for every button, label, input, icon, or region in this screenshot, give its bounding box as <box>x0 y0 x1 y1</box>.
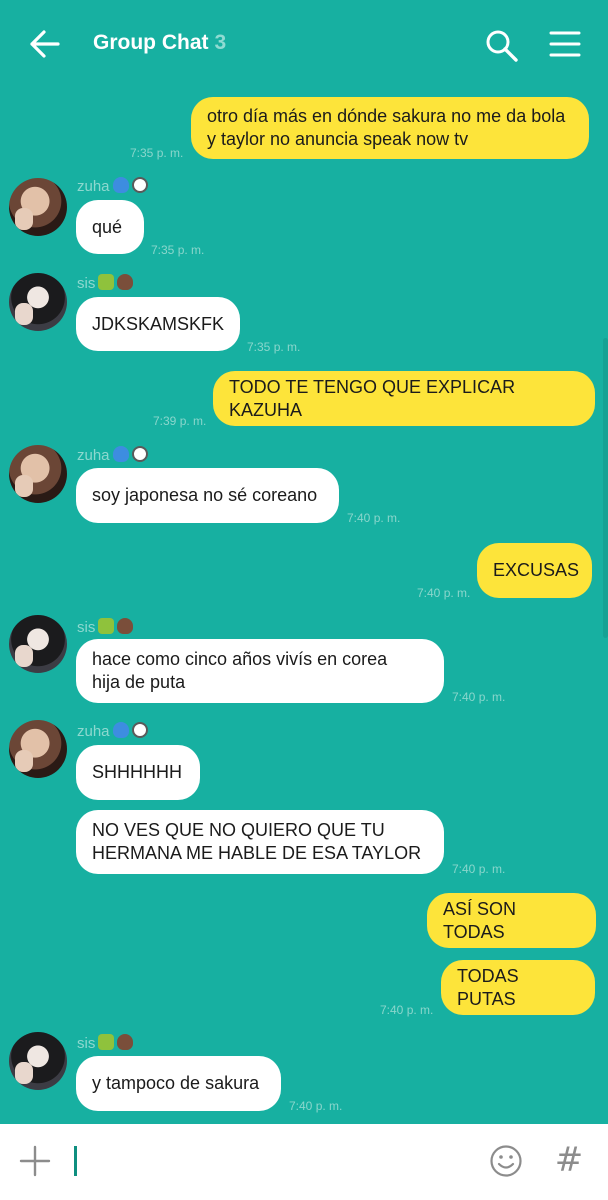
blue-heart-icon <box>112 177 129 193</box>
message-text-line: hace como cinco años vivís en corea <box>92 649 388 669</box>
message-timestamp: 7:40 p. m. <box>452 862 506 876</box>
message-timestamp: 7:40 p. m. <box>380 1003 434 1017</box>
message-timestamp: 7:40 p. m. <box>289 1099 343 1113</box>
plus-icon[interactable] <box>18 1144 52 1178</box>
message-text: JDKSKAMSKFK <box>92 313 225 334</box>
message-text-line: NO VES QUE NO QUIERO QUE TU <box>92 820 385 840</box>
brown-heart-icon <box>117 274 134 290</box>
outgoing-message-bubble[interactable]: EXCUSAS <box>477 543 592 598</box>
incoming-message-bubble[interactable]: NO VES QUE NO QUIERO QUE TU HERMANA ME H… <box>76 810 444 874</box>
outgoing-message-bubble[interactable]: TODO TE TENGO QUE EXPLICAR KAZUHA <box>213 371 595 426</box>
avatar-zuha[interactable] <box>9 720 67 778</box>
incoming-message-bubble[interactable]: y tampoco de sakura <box>76 1056 281 1111</box>
blue-heart-icon <box>112 446 129 462</box>
sender-name-sis: sis <box>77 1034 134 1052</box>
message-text: y tampoco de sakura <box>92 1073 260 1093</box>
message-text: TODAS PUTAS <box>457 965 519 1009</box>
chat-title: Group Chat 3 <box>93 31 226 55</box>
text-input-cursor[interactable] <box>74 1146 77 1176</box>
brown-heart-icon <box>117 1034 134 1050</box>
message-text: TODO TE TENGO QUE EXPLICAR KAZUHA <box>229 376 516 420</box>
incoming-message-bubble[interactable]: SHHHHHH <box>76 745 200 800</box>
message-text: soy japonesa no sé coreano <box>92 485 318 505</box>
smiley-emoji-icon[interactable] <box>489 1144 523 1178</box>
message-text: EXCUSAS <box>493 560 580 580</box>
cat-face-icon <box>98 274 115 290</box>
message-text: SHHHHHH <box>92 762 182 782</box>
message-text-line: y taylor no anuncia speak now tv <box>207 129 469 149</box>
outgoing-message-bubble[interactable]: ASÍ SON TODAS <box>427 893 596 948</box>
sender-name-sis: sis <box>77 618 134 636</box>
sender-name-zuha: zuha <box>77 177 148 195</box>
message-text-line: otro día más en dónde sakura no me da bo… <box>207 106 566 126</box>
message-timestamp: 7:40 p. m. <box>452 690 506 704</box>
message-composer: # <box>0 1124 608 1200</box>
message-timestamp: 7:39 p. m. <box>153 414 207 428</box>
chat-title-text: Group Chat <box>93 31 209 54</box>
brown-heart-icon <box>117 618 134 634</box>
avatar-sis[interactable] <box>9 1032 67 1090</box>
message-text-line: hija de puta <box>92 672 186 692</box>
outgoing-message-bubble[interactable]: otro día más en dónde sakura no me da bo… <box>191 97 589 159</box>
hashtag-icon[interactable]: # <box>554 1142 584 1178</box>
dog-face-icon <box>131 722 148 738</box>
message-text-line: HERMANA ME HABLE DE ESA TAYLOR <box>92 843 422 863</box>
sender-name-zuha: zuha <box>77 722 148 740</box>
message-timestamp: 7:35 p. m. <box>151 243 205 257</box>
message-timestamp: 7:35 p. m. <box>247 340 301 354</box>
sender-name-sis: sis <box>77 274 134 292</box>
incoming-message-bubble[interactable]: soy japonesa no sé coreano <box>76 468 339 523</box>
cat-face-icon <box>98 1034 115 1050</box>
hamburger-menu-icon[interactable] <box>548 28 582 60</box>
cat-face-icon <box>98 618 115 634</box>
member-count: 3 <box>214 31 227 54</box>
message-text: ASÍ SON TODAS <box>443 898 517 942</box>
dog-face-icon <box>131 177 148 193</box>
avatar-sis[interactable] <box>9 615 67 673</box>
blue-heart-icon <box>112 722 129 738</box>
outgoing-message-bubble[interactable]: TODAS PUTAS <box>441 960 595 1015</box>
chat-header: Group Chat 3 <box>0 0 608 88</box>
sender-name-zuha: zuha <box>77 446 148 464</box>
incoming-message-bubble[interactable]: qué <box>76 200 144 254</box>
scrollbar[interactable] <box>603 338 608 638</box>
avatar-sis[interactable] <box>9 273 67 331</box>
dog-face-icon <box>131 446 148 462</box>
message-timestamp: 7:35 p. m. <box>130 146 184 160</box>
message-timestamp: 7:40 p. m. <box>417 586 471 600</box>
message-list[interactable]: otro día más en dónde sakura no me da bo… <box>0 88 608 1124</box>
avatar-zuha[interactable] <box>9 445 67 503</box>
search-icon[interactable] <box>484 28 520 62</box>
back-arrow-icon[interactable] <box>26 28 62 60</box>
avatar-zuha[interactable] <box>9 178 67 236</box>
incoming-message-bubble[interactable]: hace como cinco años vivís en corea hija… <box>76 639 444 703</box>
message-text: qué <box>92 216 123 237</box>
message-timestamp: 7:40 p. m. <box>347 511 401 525</box>
incoming-message-bubble[interactable]: JDKSKAMSKFK <box>76 297 240 351</box>
